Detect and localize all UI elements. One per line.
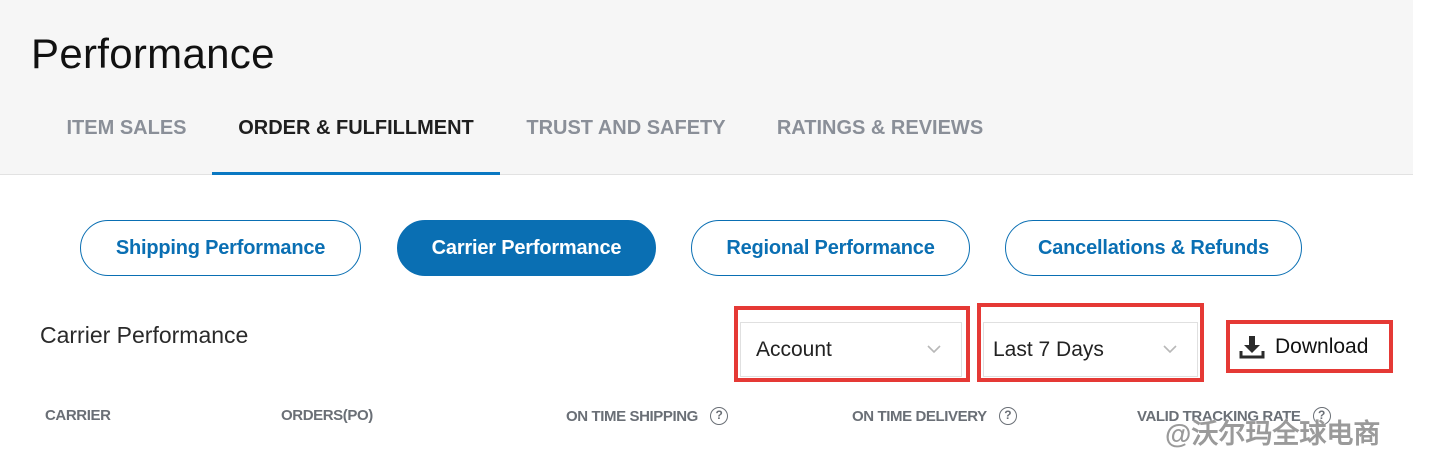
account-select-highlight	[734, 306, 970, 382]
date-range-select-highlight	[977, 303, 1204, 382]
page-title: Performance	[31, 30, 275, 77]
tab-order-fulfillment[interactable]: ORDER & FULFILLMENT	[212, 100, 500, 175]
column-header-carrier[interactable]: CARRIER	[45, 407, 111, 424]
download-highlight	[1226, 320, 1393, 373]
pill-regional-performance[interactable]: Regional Performance	[691, 220, 970, 276]
column-label: ON TIME DELIVERY	[852, 407, 987, 425]
pill-cancellations-refunds[interactable]: Cancellations & Refunds	[1005, 220, 1302, 276]
column-label: CARRIER	[45, 407, 111, 424]
page-header: Performance ITEM SALES ORDER & FULFILLME…	[0, 0, 1413, 175]
tab-trust-and-safety[interactable]: TRUST AND SAFETY	[515, 100, 737, 175]
tab-ratings-reviews[interactable]: RATINGS & REVIEWS	[765, 100, 995, 175]
section-title: Carrier Performance	[40, 322, 249, 348]
help-circle-icon[interactable]: ?	[998, 407, 1017, 425]
pill-carrier-performance[interactable]: Carrier Performance	[397, 220, 656, 276]
column-header-orders[interactable]: ORDERS(PO)	[281, 407, 373, 424]
tab-item-sales[interactable]: ITEM SALES	[55, 100, 198, 175]
column-label: ORDERS(PO)	[281, 407, 373, 424]
help-circle-icon[interactable]: ?	[709, 407, 728, 425]
watermark: @沃尔玛全球电商	[1165, 419, 1381, 449]
column-label: ON TIME SHIPPING	[566, 407, 698, 425]
column-header-on-time-delivery[interactable]: ON TIME DELIVERY ?	[852, 407, 1017, 425]
column-header-on-time-shipping[interactable]: ON TIME SHIPPING ?	[566, 407, 728, 425]
pill-shipping-performance[interactable]: Shipping Performance	[80, 220, 361, 276]
